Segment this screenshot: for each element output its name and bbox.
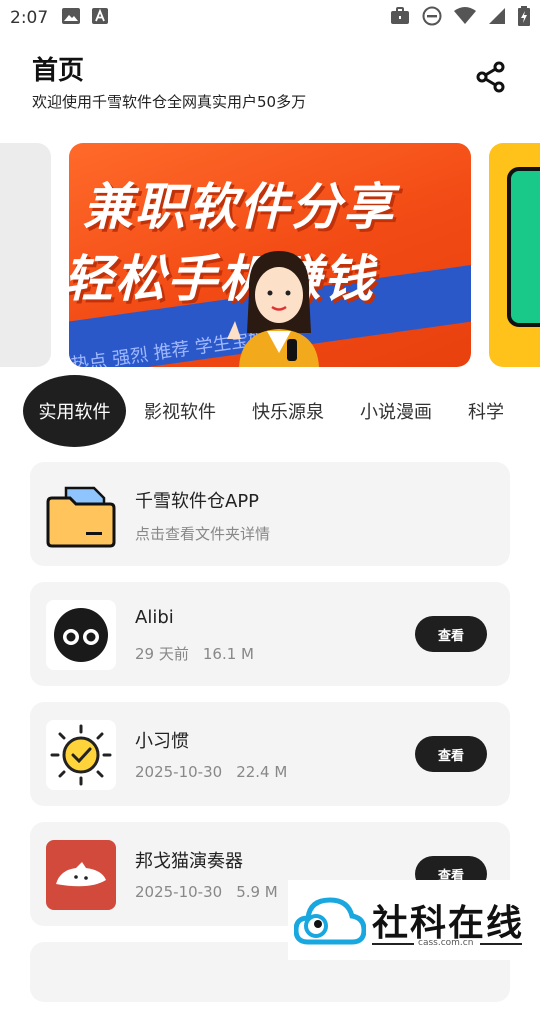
view-button[interactable]: 查看 (415, 736, 487, 772)
banner-carousel[interactable]: 热点 强烈 推荐 学生宝妈 在 兼职软件分享 轻松手机赚钱 (0, 143, 540, 367)
folder-subtitle: 点击查看文件夹详情 (135, 525, 271, 543)
app-name: 邦戈猫演奏器 (135, 851, 243, 872)
app-meta: 29 天前 16.1 M (135, 643, 254, 664)
banner-prev-slide[interactable] (0, 143, 51, 367)
text-a-icon (92, 8, 109, 28)
watermark-url: cass.com.cn (418, 938, 474, 948)
app-meta: 2025-10-30 5.9 M (135, 883, 278, 901)
battery-icon (518, 6, 530, 30)
header: 首页 欢迎使用千雪软件仓全网真实用户50多万 (32, 50, 306, 112)
banner-person-illustration (227, 251, 319, 367)
signal-icon (488, 7, 506, 29)
banner-next-slide[interactable] (489, 143, 540, 367)
sun-check-icon (46, 720, 116, 790)
bongo-cat-icon (46, 840, 116, 910)
wifi-icon (454, 7, 476, 29)
app-card-alibi[interactable]: Alibi 29 天前 16.1 M 查看 (30, 582, 510, 686)
app-size: 16.1 M (202, 645, 254, 663)
banner-headline-1: 兼职软件分享 (83, 178, 395, 236)
app-name: Alibi (135, 607, 174, 628)
page-title: 首页 (32, 56, 85, 86)
tab-practical-software[interactable]: 实用软件 (23, 375, 126, 447)
banner-slide-main[interactable]: 热点 强烈 推荐 学生宝妈 在 兼职软件分享 轻松手机赚钱 (69, 143, 471, 367)
tab-video-software[interactable]: 影视软件 (144, 398, 216, 424)
app-name: 小习惯 (135, 731, 189, 752)
watermark-line-left (372, 943, 414, 945)
page-subtitle: 欢迎使用千雪软件仓全网真实用户50多万 (32, 93, 307, 111)
briefcase-icon (390, 7, 410, 29)
app-date: 29 天前 (135, 645, 189, 663)
image-icon (62, 8, 81, 28)
watermark-line-right (480, 943, 522, 945)
app-meta: 2025-10-30 22.4 M (135, 763, 287, 781)
watermark: 社科在线 cass.com.cn (288, 880, 540, 960)
app-size: 5.9 M (236, 883, 278, 901)
status-bar: 2:07 (0, 0, 540, 36)
do-not-disturb-icon (422, 6, 442, 30)
view-button[interactable]: 查看 (415, 616, 487, 652)
owl-eyes-icon (46, 600, 116, 670)
app-size: 22.4 M (236, 763, 288, 781)
share-icon (476, 61, 505, 93)
category-tabs: 实用软件 影视软件 快乐源泉 小说漫画 科学 (0, 375, 540, 447)
app-date: 2025-10-30 (135, 763, 223, 781)
folder-icon (46, 480, 116, 550)
share-button[interactable] (474, 60, 508, 94)
status-time: 2:07 (10, 8, 49, 28)
app-card-habit[interactable]: 小习惯 2025-10-30 22.4 M 查看 (30, 702, 510, 806)
tab-fun-source[interactable]: 快乐源泉 (252, 398, 324, 424)
folder-title: 千雪软件仓APP (135, 491, 260, 512)
tab-science[interactable]: 科学 (468, 398, 504, 424)
cloud-logo-icon (294, 897, 366, 945)
folder-card[interactable]: 千雪软件仓APP 点击查看文件夹详情 (30, 462, 510, 566)
phone-illustration (507, 167, 540, 327)
tab-novel-comics[interactable]: 小说漫画 (360, 398, 432, 424)
app-date: 2025-10-30 (135, 883, 223, 901)
